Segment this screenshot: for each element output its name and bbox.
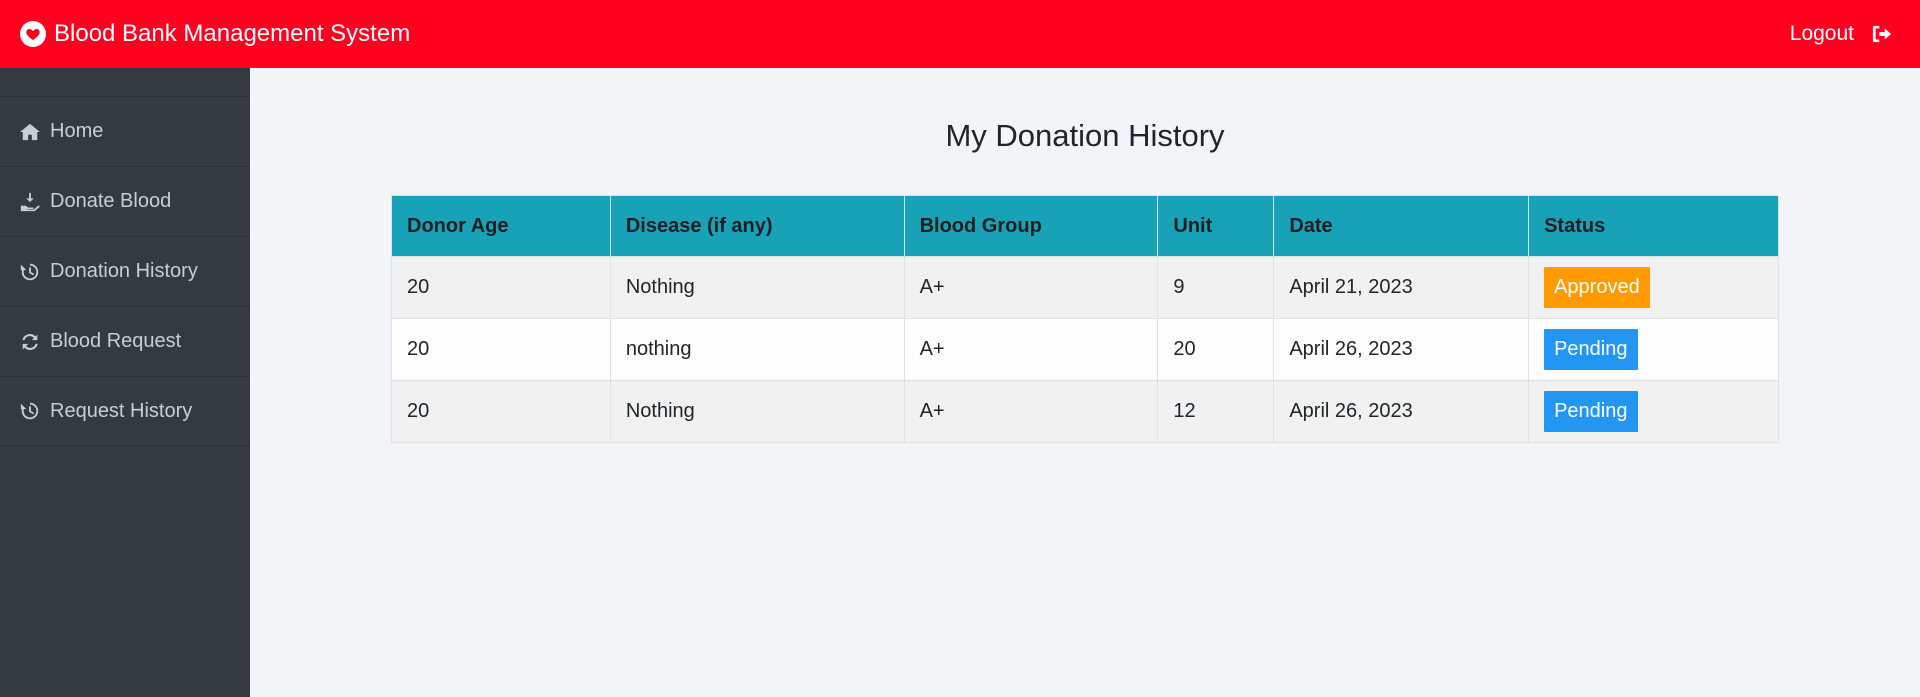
cell-blood-group: A+ bbox=[903, 318, 1159, 381]
sidebar-item-donate-blood[interactable]: Donate Blood bbox=[0, 166, 250, 236]
sidebar-item-label: Request History bbox=[50, 399, 193, 422]
column-header: Date bbox=[1273, 195, 1530, 257]
sidebar-item-request-history[interactable]: Request History bbox=[0, 376, 250, 446]
brand[interactable]: Blood Bank Management System bbox=[20, 20, 410, 48]
sidebar-item-label: Home bbox=[50, 120, 104, 142]
sidebar-item-donation-history[interactable]: Donation History bbox=[0, 236, 250, 306]
sidebar-item-label: Donation History bbox=[50, 260, 198, 282]
cell-disease: nothing bbox=[609, 318, 905, 381]
heart-logo-icon bbox=[20, 21, 46, 47]
cell-donor-age: 20 bbox=[391, 318, 611, 381]
main-content: My Donation History Donor Age Disease (i… bbox=[250, 68, 1920, 697]
cell-date: April 26, 2023 bbox=[1273, 380, 1530, 443]
cell-date: April 26, 2023 bbox=[1273, 318, 1530, 381]
history-icon bbox=[18, 260, 42, 284]
cell-unit: 20 bbox=[1157, 318, 1275, 381]
status-badge: Pending bbox=[1544, 329, 1638, 370]
status-badge: Pending bbox=[1544, 391, 1638, 432]
refresh-icon bbox=[18, 330, 42, 354]
cell-status: Pending bbox=[1528, 318, 1779, 381]
logout-label: Logout bbox=[1789, 22, 1854, 45]
column-header: Disease (if any) bbox=[609, 195, 905, 257]
sign-out-icon bbox=[1870, 22, 1894, 46]
cell-donor-age: 20 bbox=[391, 256, 611, 319]
donation-history-table: Donor Age Disease (if any) Blood Group U… bbox=[391, 195, 1779, 443]
cell-disease: Nothing bbox=[609, 256, 905, 319]
cell-unit: 9 bbox=[1157, 256, 1275, 319]
cell-status: Approved bbox=[1528, 256, 1779, 319]
home-icon bbox=[18, 120, 42, 144]
donate-icon bbox=[18, 190, 42, 214]
page-title: My Donation History bbox=[945, 118, 1225, 153]
cell-blood-group: A+ bbox=[903, 380, 1159, 443]
sidebar-item-blood-request[interactable]: Blood Request bbox=[0, 306, 250, 376]
cell-unit: 12 bbox=[1157, 380, 1275, 443]
logout-button[interactable]: Logout bbox=[1790, 22, 1894, 46]
status-badge: Approved bbox=[1544, 267, 1650, 308]
cell-blood-group: A+ bbox=[903, 256, 1159, 319]
top-navbar: Blood Bank Management System Logout bbox=[0, 0, 1920, 68]
sidebar-item-label: Blood Request bbox=[50, 330, 182, 352]
table-row: 20 nothing A+ 20 April 26, 2023 Pending bbox=[391, 318, 1779, 381]
history-icon bbox=[18, 399, 42, 423]
cell-donor-age: 20 bbox=[391, 380, 611, 443]
cell-status: Pending bbox=[1528, 380, 1779, 443]
table-row: 20 Nothing A+ 9 April 21, 2023 Approved bbox=[391, 256, 1779, 319]
brand-title: Blood Bank Management System bbox=[54, 20, 411, 47]
sidebar: Home Donate Blood Donation History Blood… bbox=[0, 68, 250, 697]
sidebar-item-home[interactable]: Home bbox=[0, 96, 250, 166]
column-header: Donor Age bbox=[391, 195, 611, 257]
cell-date: April 21, 2023 bbox=[1273, 256, 1530, 319]
column-header: Unit bbox=[1157, 195, 1275, 257]
table-row: 20 Nothing A+ 12 April 26, 2023 Pending bbox=[391, 380, 1779, 443]
sidebar-item-label: Donate Blood bbox=[50, 190, 172, 212]
column-header: Status bbox=[1528, 195, 1779, 257]
column-header: Blood Group bbox=[903, 195, 1159, 257]
cell-disease: Nothing bbox=[609, 380, 905, 443]
table-header-row: Donor Age Disease (if any) Blood Group U… bbox=[391, 195, 1779, 257]
